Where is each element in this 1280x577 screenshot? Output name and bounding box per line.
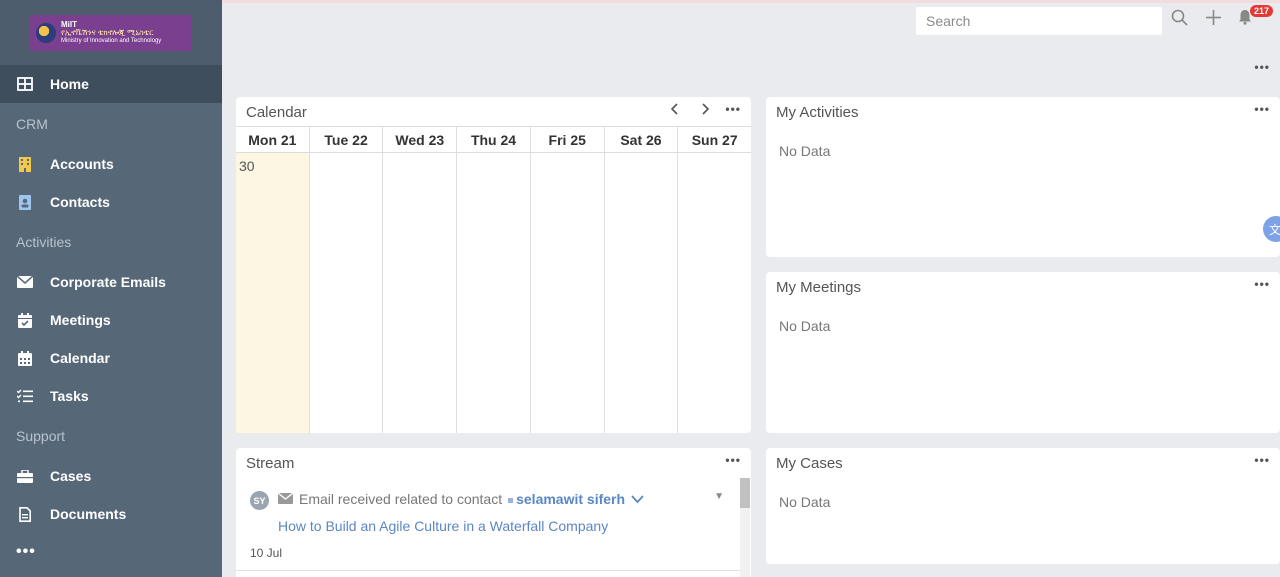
- stream-panel: Stream ••• SY Email received related to …: [236, 448, 751, 577]
- calendar-day-column[interactable]: Sun 27: [678, 127, 752, 433]
- calendar-check-icon: [16, 311, 34, 329]
- contact-link[interactable]: selamawit siferh: [516, 491, 625, 507]
- calendar-day-column[interactable]: Mon 21 30: [236, 127, 310, 433]
- sidebar-item-tasks[interactable]: Tasks: [0, 377, 222, 415]
- envelope-icon: [16, 273, 34, 291]
- avatar[interactable]: SY: [250, 491, 269, 510]
- sidebar-item-label: Documents: [50, 506, 127, 522]
- nav-group-crm: CRM: [16, 116, 48, 132]
- logo-area[interactable]: MiIT የኢኖቬሽንና ቴክኖሎጂ ሚኒስቴር Ministry of Inn…: [0, 0, 222, 65]
- sidebar-item-label: Contacts: [50, 194, 110, 210]
- calendar-day-header: Wed 23: [383, 127, 457, 153]
- calendar-icon: [16, 349, 34, 367]
- sidebar-item-label: Meetings: [50, 312, 111, 328]
- email-subject-link[interactable]: How to Build an Agile Culture in a Water…: [278, 518, 608, 534]
- plus-icon[interactable]: [1202, 9, 1224, 30]
- panel-menu-button[interactable]: •••: [1254, 102, 1270, 116]
- sidebar-more-button[interactable]: •••: [0, 533, 222, 571]
- activities-panel: My Activities ••• No Data: [766, 97, 1280, 257]
- caret-down-icon[interactable]: ▼: [714, 491, 724, 502]
- empty-state: No Data: [779, 318, 831, 334]
- calendar-day-column[interactable]: Tue 22: [309, 127, 384, 433]
- topbar: 217: [222, 0, 1280, 36]
- calendar-day-header: Thu 24: [457, 127, 530, 153]
- search-input[interactable]: [916, 7, 1162, 35]
- sidebar-item-accounts[interactable]: Accounts: [0, 145, 222, 183]
- nav-group-activities: Activities: [16, 234, 72, 250]
- divider: [236, 570, 740, 571]
- calendar-grid: Mon 21 30 Tue 22 Wed 23 Thu 24 Fri 25 Sa…: [236, 126, 752, 433]
- sidebar-item-meetings[interactable]: Meetings: [0, 301, 222, 339]
- sidebar-item-label: Tasks: [50, 388, 89, 404]
- calendar-day-column[interactable]: Fri 25: [530, 127, 605, 433]
- sidebar-item-contacts[interactable]: Contacts: [0, 183, 222, 221]
- panel-menu-button[interactable]: •••: [1254, 453, 1270, 467]
- scrollbar[interactable]: [740, 478, 750, 577]
- search-icon[interactable]: [1168, 9, 1190, 31]
- panel-title: Calendar: [246, 104, 307, 121]
- calendar-day-header: Sat 26: [604, 127, 678, 153]
- checklist-icon: [16, 387, 34, 405]
- sidebar-item-documents[interactable]: Documents: [0, 495, 222, 533]
- envelope-icon: [277, 491, 294, 507]
- sidebar-item-home[interactable]: Home: [0, 65, 222, 103]
- calendar-day-header: Sun 27: [678, 127, 752, 153]
- sidebar: MiIT የኢኖቬሽንና ቴክኖሎጂ ሚኒስቴር Ministry of Inn…: [0, 0, 222, 577]
- stream-text: Email received related to contact: [299, 491, 503, 507]
- calendar-day-number: 30: [239, 158, 255, 174]
- document-icon: [16, 505, 34, 523]
- calendar-day-header: Mon 21: [236, 127, 309, 153]
- scrollbar-thumb[interactable]: [740, 478, 750, 508]
- panel-title: Stream: [246, 455, 295, 472]
- calendar-day-header: Fri 25: [530, 127, 604, 153]
- calendar-day-column[interactable]: Thu 24: [457, 127, 531, 433]
- chevron-down-icon[interactable]: [631, 491, 644, 507]
- panel-title: My Meetings: [776, 279, 862, 296]
- meetings-panel: My Meetings ••• No Data: [766, 272, 1280, 433]
- nav-group-support: Support: [16, 428, 66, 444]
- panel-title: My Cases: [776, 455, 843, 472]
- grid-icon: [16, 75, 34, 93]
- logo-line3: Ministry of Innovation and Technology: [61, 37, 162, 44]
- building-icon: [16, 155, 34, 173]
- sidebar-item-label: Home: [50, 76, 89, 92]
- calendar-day-column[interactable]: Wed 23: [383, 127, 458, 433]
- calendar-day-header: Tue 22: [309, 127, 383, 153]
- empty-state: No Data: [779, 143, 831, 159]
- sidebar-item-corporate-emails[interactable]: Corporate Emails: [0, 263, 222, 301]
- sidebar-item-label: Cases: [50, 468, 92, 484]
- logo-line2: የኢኖቬሽንና ቴክኖሎጂ ሚኒስቴር: [61, 28, 154, 38]
- stream-date: 10 Jul: [250, 546, 283, 560]
- panel-menu-button[interactable]: •••: [725, 453, 741, 467]
- empty-state: No Data: [779, 494, 831, 510]
- panel-menu-button[interactable]: •••: [725, 102, 741, 116]
- dashboard-menu-button[interactable]: •••: [1254, 60, 1270, 74]
- sidebar-item-label: Calendar: [50, 350, 110, 366]
- sidebar-item-label: Accounts: [50, 156, 114, 172]
- cases-panel: My Cases ••• No Data: [766, 448, 1280, 564]
- sidebar-item-calendar[interactable]: Calendar: [0, 339, 222, 377]
- logo-emblem-icon: [36, 22, 56, 43]
- notification-count-badge: 217: [1250, 5, 1274, 17]
- contact-card-icon: [16, 193, 34, 211]
- briefcase-icon: [16, 467, 34, 485]
- sidebar-item-label: Corporate Emails: [50, 274, 166, 290]
- chevron-right-icon[interactable]: [700, 102, 710, 119]
- calendar-panel: Calendar ••• Mon 21 30 Tue 22 Wed 23 Thu…: [236, 97, 752, 433]
- panel-title: My Activities: [776, 104, 859, 121]
- chevron-left-icon[interactable]: [670, 102, 680, 119]
- logo: MiIT የኢኖቬሽንና ቴክኖሎጂ ሚኒስቴር Ministry of Inn…: [30, 14, 192, 51]
- sidebar-item-cases[interactable]: Cases: [0, 457, 222, 495]
- calendar-day-column[interactable]: Sat 26: [604, 127, 679, 433]
- panel-menu-button[interactable]: •••: [1254, 277, 1270, 291]
